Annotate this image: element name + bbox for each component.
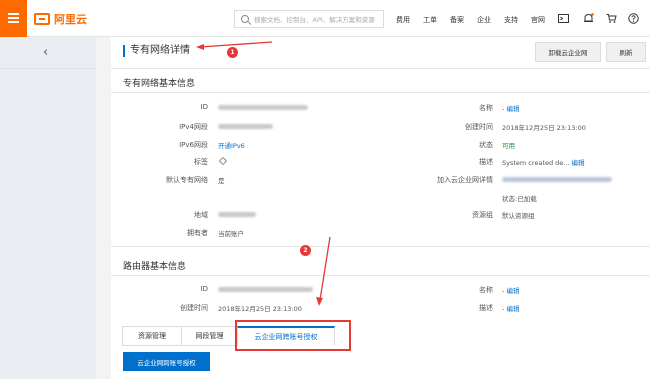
router-created-value: 2018年12月25日 23:13:00 [218,305,302,313]
router-name-value: - 编辑 [502,287,520,295]
region-value [218,210,256,218]
search-input[interactable]: 搜索文档、控制台、API、解决方案和资源 [234,10,384,28]
logo[interactable]: 阿里云 [34,11,87,26]
cart-icon[interactable] [606,13,617,24]
router-section-title: 路由器基本信息 [123,262,187,272]
ipv4-value [218,122,273,130]
nav-enterprise[interactable]: 企业 [477,15,491,25]
desc-label: 描述 [479,158,493,166]
cen-detail-label: 加入云企业网详情 [437,176,493,184]
enable-ipv6-link[interactable]: 开通IPv6 [218,140,245,150]
name-value: - 编辑 [502,105,520,113]
router-desc-value: - 编辑 [502,305,520,313]
edit-name-link[interactable]: 编辑 [506,105,519,113]
detach-cen-button[interactable]: 卸载云企业网 [535,42,601,62]
region-label: 地域 [194,211,208,219]
divider [111,275,650,276]
tab-resource-management[interactable]: 资源管理 [122,326,182,346]
status-value: 可用 [502,142,515,150]
annotation-badge-2: 2 [300,245,311,256]
default-vpc-value: 是 [218,177,225,185]
ipv4-label: IPv4网段 [179,123,208,131]
logo-text: 阿里云 [54,12,87,26]
divider [111,92,650,93]
router-id-value [218,285,313,293]
cen-status-value: 状态:已加载 [502,195,537,203]
router-desc-label: 描述 [479,304,493,312]
owner-value: 当前账户 [218,230,244,238]
page-title: 专有网络详情 [123,45,190,57]
owner-label: 拥有者 [187,229,208,237]
vpc-id-value [218,103,308,111]
edit-router-name-link[interactable]: 编辑 [506,287,519,295]
edit-desc-link[interactable]: 编辑 [572,159,585,167]
logo-mark-icon [34,12,50,25]
desc-value: System created de... 编辑 [502,159,585,167]
tab-cidr-management[interactable]: 网段管理 [181,326,238,346]
nav-ticket[interactable]: 工单 [423,15,437,25]
created-label: 创建时间 [465,123,493,131]
bell-icon[interactable] [583,13,594,24]
back-chevron-icon[interactable]: ‹ [43,45,48,60]
highlight-box [235,320,351,351]
vpc-section-title: 专有网络基本信息 [123,79,196,89]
router-created-label: 创建时间 [180,304,208,312]
vpc-id-label: ID [200,103,208,111]
ipv6-label: IPv6网段 [179,141,208,149]
resource-group-label: 资源组 [472,211,493,219]
created-value: 2018年12月25日 23:13:00 [502,124,586,132]
nav-support[interactable]: 支持 [504,15,518,25]
annotation-badge-1: 1 [227,47,238,58]
edit-router-desc-link[interactable]: 编辑 [506,305,519,313]
cen-detail-value[interactable] [502,175,612,183]
top-bar: 阿里云 搜索文档、控制台、API、解决方案和资源 费用 工单 备案 企业 支持 … [0,0,650,37]
nav-website[interactable]: 官网 [531,15,545,25]
tags-label: 标签 [194,158,208,166]
status-label: 状态 [479,141,493,149]
search-placeholder: 搜索文档、控制台、API、解决方案和资源 [254,16,375,24]
divider [111,246,650,247]
help-icon[interactable] [628,13,639,24]
resource-group-value: 默认资源组 [502,212,535,220]
refresh-button[interactable]: 刷新 [606,42,646,62]
cen-cross-account-auth-button[interactable]: 云企业网跨账号授权 [123,352,210,371]
default-vpc-label: 默认专有网络 [166,176,208,184]
menu-icon[interactable] [0,0,27,37]
search-icon [241,15,249,23]
router-name-label: 名称 [479,286,493,294]
nav-billing[interactable]: 费用 [396,15,410,25]
nav-icp[interactable]: 备案 [450,15,464,25]
router-id-label: ID [200,285,208,293]
sidebar: ‹ [0,37,96,379]
terminal-icon[interactable] [558,13,569,24]
name-label: 名称 [479,104,493,112]
